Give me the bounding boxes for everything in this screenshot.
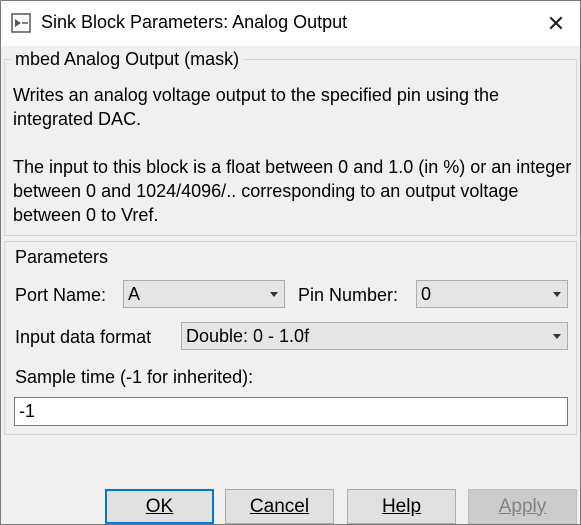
sample-time-input[interactable] [14,397,568,426]
mask-description: Writes an analog voltage output to the s… [13,83,578,251]
simulink-block-icon [11,13,31,33]
port-name-dropdown[interactable]: A [123,280,285,308]
input-format-label: Input data format [15,327,152,347]
dialog-window: Sink Block Parameters: Analog Output ✕ m… [0,0,581,525]
cancel-button-label: Cancel [249,495,310,517]
ok-button[interactable]: OK [105,489,214,524]
mask-legend: mbed Analog Output (mask) [11,49,244,70]
description-paragraph-2: The input to this block is a float betwe… [13,157,572,225]
port-name-value: A [128,284,141,304]
apply-button[interactable]: Apply [468,489,577,524]
close-icon: ✕ [546,10,566,36]
help-button[interactable]: Help [347,489,456,524]
pin-number-value: 0 [421,284,432,304]
sample-time-label: Sample time (-1 for inherited): [15,367,254,387]
cancel-button[interactable]: Cancel [225,489,334,524]
pin-number-dropdown[interactable]: 0 [416,280,568,308]
ok-button-label: OK [145,495,174,517]
input-format-dropdown[interactable]: Double: 0 - 1.0f [181,322,568,350]
apply-button-label: Apply [498,495,547,517]
chevron-down-icon [553,292,561,297]
window-title: Sink Block Parameters: Analog Output [41,12,348,32]
title-bar[interactable]: Sink Block Parameters: Analog Output ✕ [1,1,580,46]
description-paragraph-1: Writes an analog voltage output to the s… [13,85,499,129]
close-button[interactable]: ✕ [533,1,579,46]
parameters-legend: Parameters [15,247,109,267]
pin-number-label: Pin Number: [298,285,399,305]
input-format-value: Double: 0 - 1.0f [186,326,310,346]
port-name-label: Port Name: [15,285,107,305]
chevron-down-icon [270,292,278,297]
chevron-down-icon [553,334,561,339]
help-button-label: Help [381,495,422,517]
